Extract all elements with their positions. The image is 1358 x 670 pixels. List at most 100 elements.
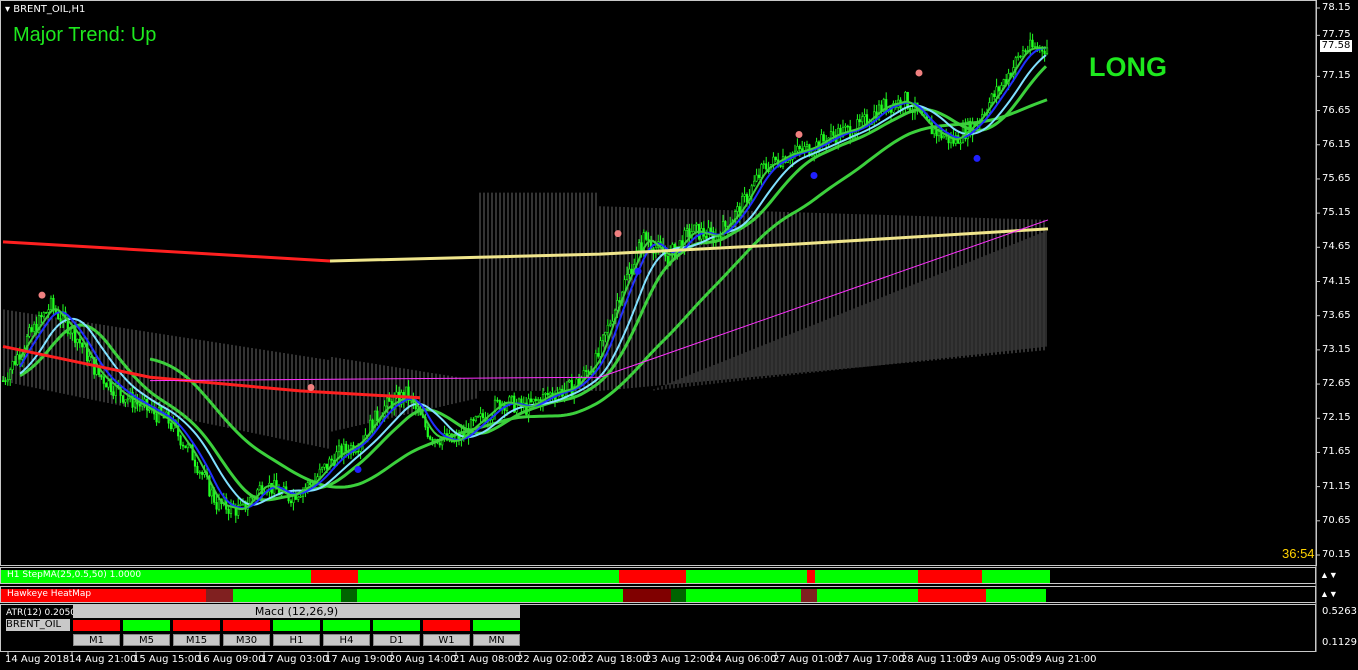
candle-body (33, 323, 36, 332)
atr-tick-low: 0.1129 (1322, 637, 1357, 648)
timeframe-label[interactable]: M15 (173, 634, 220, 646)
heat-segment (801, 589, 817, 602)
candle-body (1, 380, 5, 382)
candle-body (258, 485, 261, 491)
candle-body (59, 318, 62, 322)
candle-body (388, 397, 391, 402)
candle-body (1002, 79, 1005, 86)
y-tick-label: 71.15 (1322, 480, 1351, 492)
candle-body (597, 353, 600, 357)
timeframe-label[interactable]: M30 (223, 634, 270, 646)
timeframe-label[interactable]: M1 (73, 634, 120, 646)
candle-body (9, 369, 12, 380)
candle-body (16, 354, 19, 365)
timeframe-label[interactable]: MN (473, 634, 520, 646)
candle-body (88, 355, 91, 362)
candle-body (429, 436, 432, 440)
candle-body (933, 128, 936, 135)
timeframe-trend-cell (323, 620, 370, 631)
heat-segment (623, 589, 671, 602)
timeframe-label[interactable]: M5 (123, 634, 170, 646)
heat-segment (686, 570, 807, 583)
candle-body (683, 229, 686, 250)
candle-body (959, 142, 962, 145)
y-tick-label: 74.15 (1322, 275, 1351, 287)
atr-label: ATR(12) 0.2050 (6, 608, 77, 618)
candle-body (1014, 57, 1017, 68)
candle-body (40, 315, 43, 318)
candle-body (13, 361, 17, 365)
candle-body (688, 228, 691, 238)
timeframe-label[interactable]: H1 (273, 634, 320, 646)
y-tick-label: 77.75 (1322, 29, 1351, 41)
timeframe-trend-cell (173, 620, 220, 631)
candle-body (477, 416, 480, 418)
heat-segment (815, 570, 918, 583)
timeframe-label[interactable]: W1 (423, 634, 470, 646)
buy-signal-dot (354, 466, 362, 474)
x-tick-label: 14 Aug 21:00 (69, 654, 137, 665)
y-tick-label: 72.15 (1322, 412, 1351, 424)
candle-body (186, 443, 189, 449)
candle-body (685, 228, 689, 231)
sell-signal-dot (307, 383, 315, 391)
x-tick-label: 21 Aug 08:00 (453, 654, 521, 665)
candle-body (549, 392, 552, 396)
candle-body (995, 86, 998, 98)
candle-body (601, 334, 605, 341)
candle-body (30, 327, 33, 332)
candle-body (309, 482, 312, 485)
x-tick-label: 17 Aug 03:00 (261, 654, 329, 665)
heat-segment (918, 589, 986, 602)
candle-body (510, 395, 513, 398)
candle-body (100, 374, 103, 378)
candle-body (1031, 39, 1034, 48)
x-tick-label: 16 Aug 09:00 (197, 654, 265, 665)
candle-body (196, 465, 199, 474)
candle-body (1017, 55, 1020, 58)
stepma-indicator-pane[interactable]: H1 StepMA(25,0.5,50) 1.0000 (0, 567, 1316, 584)
y-tick-label: 70.65 (1322, 514, 1351, 526)
candle-body (126, 398, 129, 401)
candle-body (618, 300, 621, 303)
candle-body (693, 224, 696, 232)
heat-segment (358, 570, 619, 583)
candle-body (861, 116, 864, 123)
buy-signal-dot (973, 154, 981, 162)
candle-body (724, 221, 727, 227)
heat-segment (179, 570, 311, 583)
candle-body (181, 444, 185, 447)
macd-title: Macd (12,26,9) (73, 605, 520, 618)
timeframe-label[interactable]: H4 (323, 634, 370, 646)
candle-body (105, 383, 108, 388)
heat-segment (982, 570, 1050, 583)
timeframe-trend-cell (273, 620, 320, 631)
heatmap-indicator-pane[interactable]: Hawkeye HeatMap (0, 586, 1316, 603)
candle-body (863, 114, 866, 118)
candle-body (124, 399, 127, 403)
candle-body (822, 134, 825, 142)
candle-body (184, 445, 187, 449)
timeframe-label[interactable]: D1 (373, 634, 420, 646)
heat-segment (686, 589, 801, 602)
candle-body (357, 450, 360, 453)
candle-body (585, 370, 588, 372)
candle-body (762, 163, 765, 166)
chart-symbol-title[interactable]: ▾ BRENT_OIL,H1 (5, 4, 85, 15)
candle-body (28, 327, 31, 337)
candle-body (481, 413, 485, 419)
candle-body (354, 450, 357, 453)
candle-body (844, 125, 847, 128)
pane-arrow-icon: ▲▼ (1320, 589, 1338, 599)
heat-segment (807, 570, 815, 583)
candle-body (78, 338, 81, 344)
candle-body (42, 312, 45, 318)
candle-body (210, 489, 213, 497)
candle-body (846, 125, 849, 128)
x-tick-label: 27 Aug 17:00 (837, 654, 905, 665)
candle-body (289, 500, 293, 504)
candle-body (102, 376, 105, 384)
y-tick-label: 73.15 (1322, 343, 1351, 355)
candle-body (832, 131, 835, 136)
candle-body (961, 126, 965, 144)
